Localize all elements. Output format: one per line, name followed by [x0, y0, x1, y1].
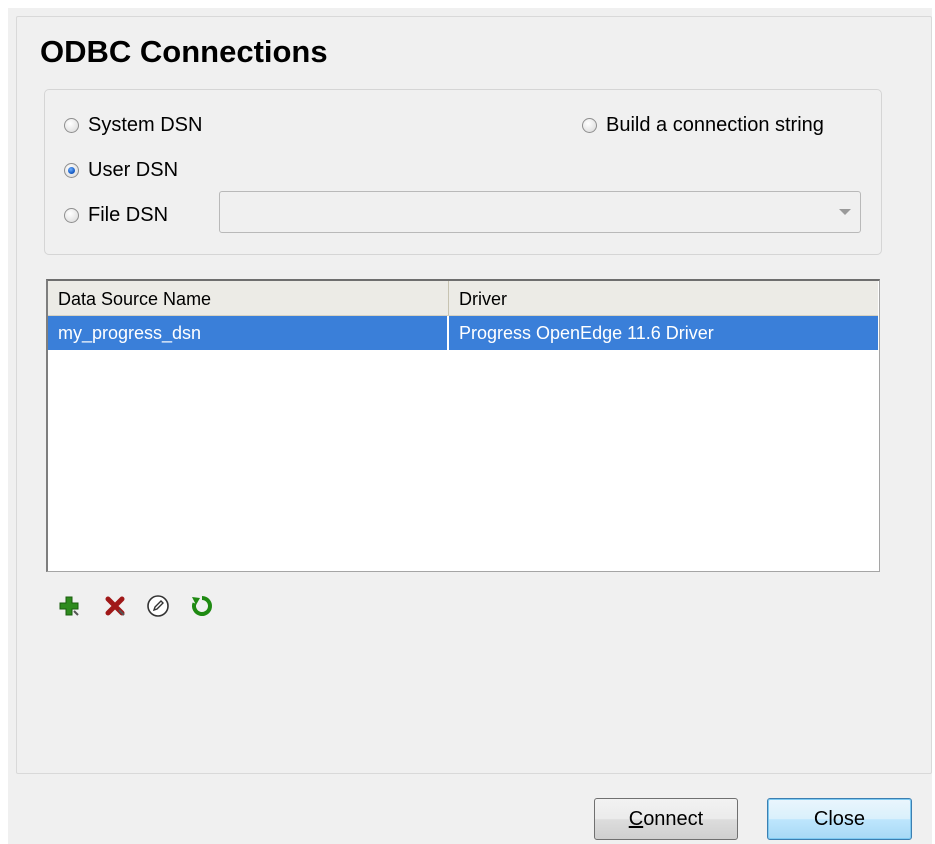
column-header-driver[interactable]: Driver [449, 281, 878, 315]
close-button[interactable]: Close [767, 798, 912, 840]
file-dsn-combobox[interactable] [219, 191, 861, 233]
list-header: Data Source Name Driver [48, 281, 878, 316]
chevron-down-icon[interactable] [839, 209, 851, 215]
connect-mnemonic: C [628, 808, 644, 830]
page-title: ODBC Connections [40, 34, 328, 69]
close-label: Close [813, 808, 866, 830]
user-dsn-radio[interactable]: User DSN [64, 159, 178, 182]
user-dsn-label: User DSN [88, 159, 179, 181]
driver-cell: Progress OpenEdge 11.6 Driver [459, 323, 714, 343]
file-dsn-label: File DSN [88, 204, 169, 226]
table-row[interactable]: my_progress_dsn Progress OpenEdge 11.6 D… [48, 316, 878, 350]
radio-circle [582, 118, 597, 133]
connect-button[interactable]: Connect [594, 798, 738, 840]
dsn-list[interactable]: Data Source Name Driver my_progress_dsn … [46, 279, 880, 572]
radio-circle [64, 208, 79, 223]
radio-circle-checked [64, 163, 79, 178]
build-connection-string-label: Build a connection string [606, 114, 824, 136]
system-dsn-label: System DSN [88, 114, 203, 136]
column-header-data-source-name[interactable]: Data Source Name [48, 281, 449, 315]
build-connection-string-radio[interactable]: Build a connection string [582, 114, 824, 137]
data-source-name-cell: my_progress_dsn [48, 316, 449, 350]
add-icon[interactable] [57, 594, 81, 618]
system-dsn-radio[interactable]: System DSN [64, 114, 202, 137]
radio-circle [64, 118, 79, 133]
refresh-icon[interactable] [190, 594, 214, 618]
edit-icon[interactable] [146, 594, 170, 618]
connect-label: onnect [643, 808, 704, 830]
delete-icon[interactable] [103, 594, 127, 618]
file-dsn-radio[interactable]: File DSN [64, 204, 168, 227]
